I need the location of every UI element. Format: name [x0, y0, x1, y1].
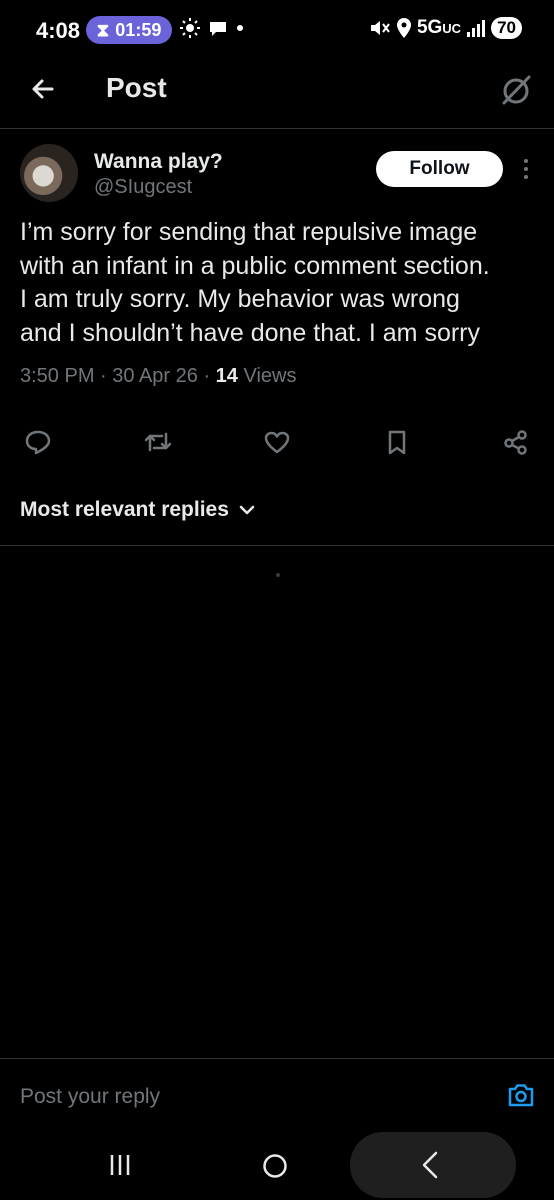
avatar[interactable] [20, 144, 78, 202]
share-button[interactable] [498, 424, 534, 460]
like-button[interactable] [259, 424, 295, 460]
reply-button[interactable] [20, 424, 56, 460]
post-time: 3:50 PM [20, 365, 95, 387]
post-meta: 3:50 PM · 30 Apr 26 · 14 Views [20, 365, 297, 388]
grok-icon[interactable] [498, 72, 534, 108]
status-right: 5GUC 70 [369, 17, 522, 39]
user-handle[interactable]: @SIugcest [94, 176, 192, 199]
post-date: 30 Apr 26 [112, 365, 198, 387]
share-nodes-icon [504, 430, 527, 455]
repost-icon [144, 432, 171, 452]
heart-icon [264, 431, 290, 454]
chat-icon [210, 22, 226, 36]
back-arrow-icon[interactable] [26, 72, 60, 106]
bookmark-button[interactable] [379, 424, 415, 460]
reply-input[interactable] [20, 1080, 480, 1114]
battery-badge: 70 [491, 17, 522, 39]
follow-button[interactable]: Follow [376, 151, 503, 187]
views-count[interactable]: 14 [216, 365, 238, 388]
views-label[interactable]: Views [243, 365, 296, 388]
replies-divider [0, 545, 554, 546]
notification-icons [180, 18, 244, 38]
dot-icon [237, 25, 243, 31]
replies-sort-dropdown[interactable]: Most relevant replies [20, 498, 255, 522]
display-name[interactable]: Wanna play? [94, 150, 223, 174]
more-options-icon[interactable] [518, 156, 534, 184]
chevron-down-icon [239, 505, 255, 515]
brightness-icon [180, 18, 200, 38]
speech-bubble-icon [25, 430, 51, 455]
signal-icon [467, 20, 486, 37]
reply-bar-divider [0, 1058, 554, 1059]
recent-apps-icon[interactable] [106, 1152, 134, 1178]
action-bar [20, 424, 534, 460]
status-time: 4:08 [36, 18, 81, 43]
chevron-left-icon[interactable] [418, 1150, 442, 1180]
page-title: Post [106, 72, 167, 103]
loading-indicator [276, 573, 280, 577]
post-text: I’m sorry for sending that repulsive ima… [20, 218, 490, 347]
timer-pill: ⧗ 01:59 [86, 16, 172, 44]
bookmark-icon [388, 430, 405, 455]
home-icon[interactable] [262, 1153, 288, 1179]
hourglass-icon: ⧗ [96, 19, 110, 40]
camera-icon[interactable] [506, 1080, 536, 1110]
timer-value: 01:59 [115, 19, 162, 40]
mute-icon [370, 21, 390, 35]
sort-label: Most relevant replies [20, 498, 229, 521]
header-divider [0, 128, 554, 129]
repost-button[interactable] [140, 424, 176, 460]
location-icon [396, 18, 411, 38]
network-label: 5GUC [416, 17, 462, 38]
